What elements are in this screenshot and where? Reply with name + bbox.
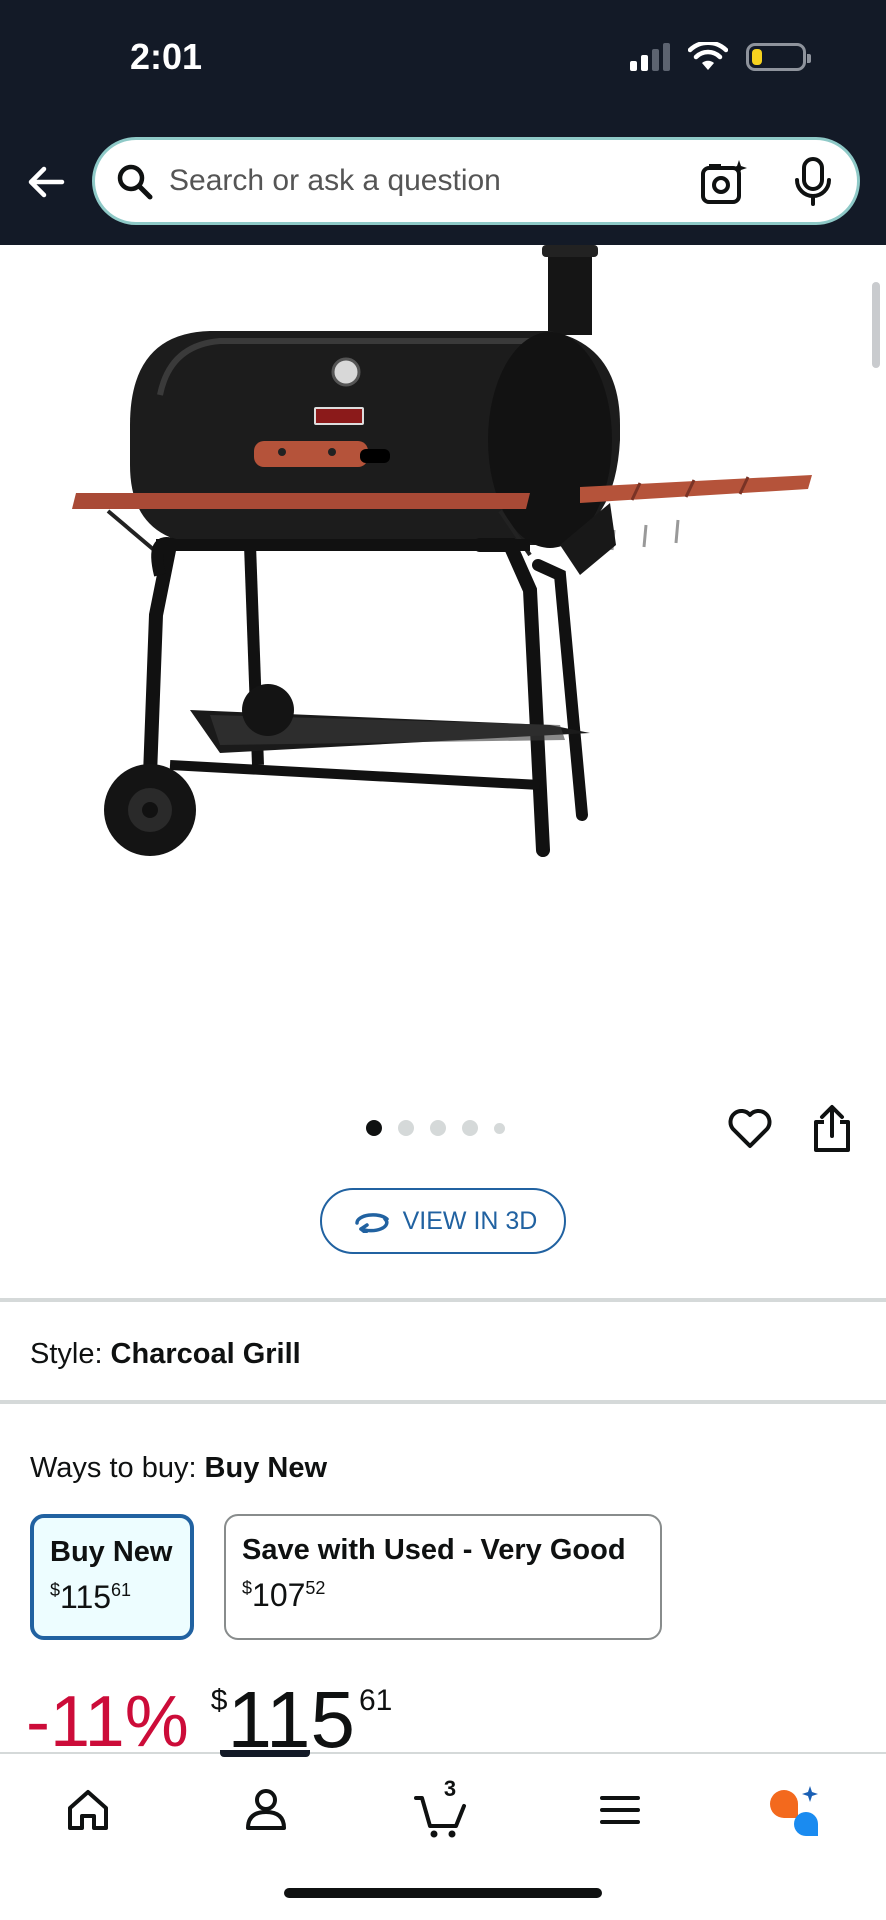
- divider: [0, 1400, 886, 1404]
- ways-to-buy-value: Buy New: [204, 1452, 328, 1484]
- home-indicator-bar: [284, 1888, 602, 1898]
- used-very-good-option[interactable]: Save with Used - Very Good $10752: [224, 1514, 662, 1640]
- status-time: 2:01: [130, 36, 203, 77]
- nav-rufus-ai[interactable]: [764, 1780, 824, 1840]
- battery-icon: [746, 43, 811, 71]
- scroll-indicator: [872, 282, 880, 368]
- menu-icon: [600, 1796, 640, 1824]
- image-carousel-dots[interactable]: [366, 1120, 505, 1136]
- account-icon: [246, 1789, 286, 1830]
- discount-percent: -11%: [26, 1682, 189, 1762]
- carousel-dot-5[interactable]: [494, 1122, 505, 1134]
- option-title: Save with Used - Very Good: [242, 1534, 626, 1566]
- microphone-icon[interactable]: [791, 156, 835, 208]
- rotate-3d-icon: [354, 1213, 389, 1233]
- cart-count-badge: 3: [443, 1776, 457, 1801]
- style-selector[interactable]: Style: Charcoal Grill: [30, 1338, 301, 1371]
- carousel-dot-2[interactable]: [398, 1120, 414, 1136]
- active-tab-indicator: [220, 1750, 310, 1757]
- style-value: Charcoal Grill: [110, 1338, 301, 1370]
- view-in-3d-button[interactable]: VIEW IN 3D: [320, 1188, 566, 1254]
- divider: [0, 1298, 886, 1302]
- heart-icon[interactable]: [726, 1104, 774, 1152]
- ways-to-buy-label: Ways to buy:: [30, 1452, 197, 1484]
- search-input[interactable]: [169, 140, 689, 222]
- rufus-ai-icon: [770, 1786, 818, 1836]
- wifi-icon: [688, 42, 728, 70]
- status-icons: [630, 42, 811, 72]
- option-title: Buy New: [50, 1536, 173, 1568]
- search-icon: [117, 164, 153, 200]
- share-icon[interactable]: [810, 1104, 854, 1154]
- nav-cart[interactable]: 3: [412, 1776, 472, 1840]
- carousel-dot-1[interactable]: [366, 1120, 382, 1136]
- search-bar[interactable]: [92, 137, 860, 225]
- camera-search-icon[interactable]: [699, 158, 749, 208]
- option-price: $11561: [50, 1579, 132, 1615]
- home-icon: [68, 1790, 108, 1830]
- buy-new-option[interactable]: Buy New $11561: [30, 1514, 194, 1640]
- carousel-dot-3[interactable]: [430, 1120, 446, 1136]
- ways-to-buy-heading: Ways to buy: Buy New: [30, 1452, 327, 1485]
- view-in-3d-label: VIEW IN 3D: [402, 1206, 538, 1235]
- price-block: -11% $115 61: [26, 1672, 392, 1760]
- product-image-grill[interactable]: [60, 245, 820, 1045]
- carousel-dot-4[interactable]: [462, 1120, 478, 1136]
- top-bar: 2:01: [0, 0, 886, 245]
- style-label: Style:: [30, 1338, 103, 1370]
- option-price: $10752: [242, 1577, 326, 1613]
- nav-home[interactable]: [58, 1780, 118, 1840]
- nav-menu[interactable]: [590, 1780, 650, 1840]
- back-arrow-icon[interactable]: [22, 158, 70, 206]
- current-price: $115 61: [210, 1675, 393, 1764]
- cellular-signal-icon: [630, 43, 670, 71]
- nav-account[interactable]: [236, 1780, 296, 1840]
